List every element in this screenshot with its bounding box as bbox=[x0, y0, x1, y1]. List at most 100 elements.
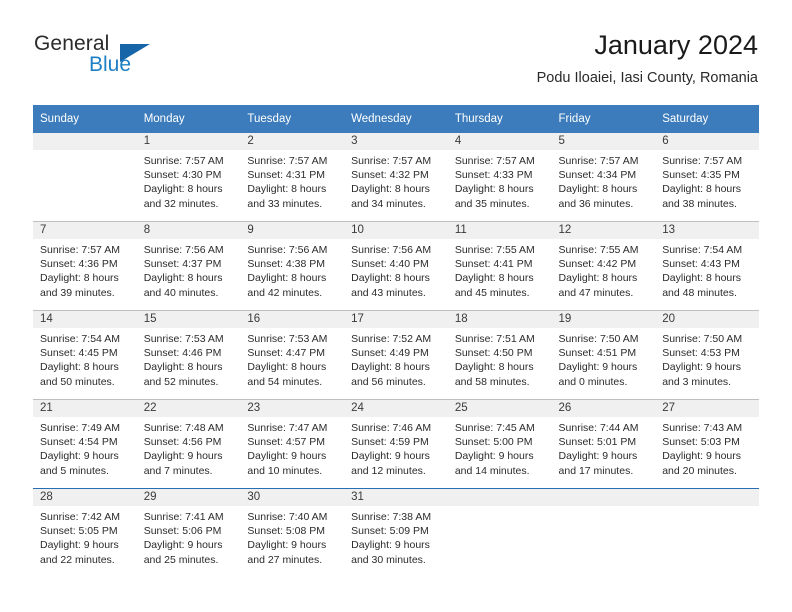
daylight-text-line1: Daylight: 9 hours bbox=[454, 450, 534, 463]
day-details: Sunrise: 7:41 AM Sunset: 5:06 PM Daylight:… bbox=[137, 506, 241, 567]
calendar-cell: 1 Sunrise: 7:57 AM Sunset: 4:30 PM Daylight… bbox=[136, 133, 241, 222]
day-number: 1 bbox=[136, 133, 241, 150]
daylight-text-line2: and 43 minutes. bbox=[351, 286, 426, 299]
calendar-day[interactable]: 27 Sunrise: 7:43 AM Sunset: 5:03 PM Dayligh… bbox=[655, 400, 759, 488]
daylight-text-line1: Daylight: 9 hours bbox=[247, 450, 327, 463]
sunrise-text: Sunrise: 7:43 AM bbox=[662, 422, 743, 434]
daylight-text-line1: Daylight: 9 hours bbox=[558, 361, 638, 374]
general-blue-logo[interactable]: General Blue bbox=[34, 32, 214, 88]
day-number: 7 bbox=[33, 222, 137, 239]
calendar-day[interactable]: 6 Sunrise: 7:57 AM Sunset: 4:35 PM Daylight… bbox=[655, 133, 759, 221]
sunrise-text: Sunrise: 7:45 AM bbox=[454, 422, 535, 434]
day-number: 25 bbox=[447, 400, 552, 417]
calendar-day[interactable]: 10 Sunrise: 7:56 AM Sunset: 4:40 PM Dayligh… bbox=[344, 222, 448, 310]
calendar-day[interactable]: 5 Sunrise: 7:57 AM Sunset: 4:34 PM Daylight… bbox=[551, 133, 656, 221]
calendar-day[interactable]: 17 Sunrise: 7:52 AM Sunset: 4:49 PM Dayligh… bbox=[344, 311, 448, 399]
sunset-text: Sunset: 4:35 PM bbox=[662, 169, 740, 182]
calendar-day[interactable]: 9 Sunrise: 7:56 AM Sunset: 4:38 PM Daylight… bbox=[240, 222, 345, 310]
day-details: Sunrise: 7:53 AM Sunset: 4:46 PM Daylight:… bbox=[137, 328, 241, 389]
calendar-day[interactable]: 11 Sunrise: 7:55 AM Sunset: 4:41 PM Dayligh… bbox=[447, 222, 552, 310]
calendar-cell: 30 Sunrise: 7:40 AM Sunset: 5:08 PM Dayligh… bbox=[240, 488, 345, 577]
calendar-cell: 21 Sunrise: 7:49 AM Sunset: 4:54 PM Dayligh… bbox=[33, 399, 137, 489]
calendar-cell: 31 Sunrise: 7:38 AM Sunset: 5:09 PM Dayligh… bbox=[344, 488, 448, 577]
daylight-text-line2: and 5 minutes. bbox=[40, 464, 109, 477]
calendar-day[interactable]: 16 Sunrise: 7:53 AM Sunset: 4:47 PM Dayligh… bbox=[240, 311, 345, 399]
daylight-text-line1: Daylight: 9 hours bbox=[662, 361, 742, 374]
sunset-text: Sunset: 4:49 PM bbox=[351, 347, 429, 360]
calendar-day[interactable]: 13 Sunrise: 7:54 AM Sunset: 4:43 PM Dayligh… bbox=[655, 222, 759, 310]
sunrise-text: Sunrise: 7:57 AM bbox=[662, 155, 743, 167]
sunrise-text: Sunrise: 7:57 AM bbox=[454, 155, 535, 167]
sunrise-text: Sunrise: 7:57 AM bbox=[143, 155, 224, 167]
calendar-cell: 29 Sunrise: 7:41 AM Sunset: 5:06 PM Dayligh… bbox=[136, 488, 241, 577]
calendar-cell: 12 Sunrise: 7:55 AM Sunset: 4:42 PM Dayligh… bbox=[551, 221, 656, 311]
daylight-text-line1: Daylight: 8 hours bbox=[247, 183, 327, 196]
day-number: 10 bbox=[344, 222, 448, 239]
calendar-day[interactable]: 25 Sunrise: 7:45 AM Sunset: 5:00 PM Dayligh… bbox=[447, 400, 552, 488]
calendar-day[interactable]: 12 Sunrise: 7:55 AM Sunset: 4:42 PM Dayligh… bbox=[551, 222, 656, 310]
calendar-day[interactable]: 2 Sunrise: 7:57 AM Sunset: 4:31 PM Daylight… bbox=[240, 133, 345, 221]
calendar-cell: 18 Sunrise: 7:51 AM Sunset: 4:50 PM Dayligh… bbox=[447, 310, 552, 400]
day-details: Sunrise: 7:50 AM Sunset: 4:53 PM Daylight:… bbox=[655, 328, 759, 389]
calendar-cell: 10 Sunrise: 7:56 AM Sunset: 4:40 PM Dayligh… bbox=[344, 221, 448, 311]
sunrise-text: Sunrise: 7:57 AM bbox=[247, 155, 328, 167]
calendar-day[interactable]: 14 Sunrise: 7:54 AM Sunset: 4:45 PM Dayligh… bbox=[33, 311, 137, 399]
calendar-cell: 5 Sunrise: 7:57 AM Sunset: 4:34 PM Daylight… bbox=[551, 133, 656, 222]
day-details: Sunrise: 7:57 AM Sunset: 4:33 PM Daylight:… bbox=[448, 150, 552, 211]
sunset-text: Sunset: 4:41 PM bbox=[454, 258, 533, 271]
calendar-day[interactable]: 3 Sunrise: 7:57 AM Sunset: 4:32 PM Daylight… bbox=[344, 133, 448, 221]
daylight-text-line1: Daylight: 8 hours bbox=[351, 183, 430, 196]
sunrise-text: Sunrise: 7:57 AM bbox=[558, 155, 639, 167]
calendar-day[interactable]: 26 Sunrise: 7:44 AM Sunset: 5:01 PM Dayligh… bbox=[551, 400, 656, 488]
sunrise-text: Sunrise: 7:47 AM bbox=[247, 422, 328, 434]
calendar-day[interactable]: 29 Sunrise: 7:41 AM Sunset: 5:06 PM Dayligh… bbox=[136, 489, 241, 577]
calendar-day[interactable]: 30 Sunrise: 7:40 AM Sunset: 5:08 PM Dayligh… bbox=[240, 489, 345, 577]
day-details: Sunrise: 7:57 AM Sunset: 4:36 PM Daylight:… bbox=[33, 239, 137, 300]
weekday-header-wednesday: Wednesday bbox=[344, 105, 448, 133]
day-number: 29 bbox=[136, 489, 241, 506]
day-details: Sunrise: 7:57 AM Sunset: 4:32 PM Daylight:… bbox=[344, 150, 448, 211]
daylight-text-line1: Daylight: 8 hours bbox=[351, 361, 430, 374]
daylight-text-line1: Daylight: 9 hours bbox=[143, 450, 223, 463]
day-details: Sunrise: 7:43 AM Sunset: 5:03 PM Daylight:… bbox=[655, 417, 759, 478]
day-details: Sunrise: 7:55 AM Sunset: 4:41 PM Daylight:… bbox=[448, 239, 552, 300]
calendar-day-empty bbox=[33, 133, 137, 221]
page-title: January 2024 bbox=[594, 30, 758, 60]
calendar-day[interactable]: 8 Sunrise: 7:56 AM Sunset: 4:37 PM Daylight… bbox=[136, 222, 241, 310]
day-number: 15 bbox=[136, 311, 241, 328]
daylight-text-line2: and 58 minutes. bbox=[454, 375, 530, 388]
daylight-text-line2: and 47 minutes. bbox=[558, 286, 634, 299]
calendar-day[interactable]: 23 Sunrise: 7:47 AM Sunset: 4:57 PM Dayligh… bbox=[240, 400, 345, 488]
calendar-day[interactable]: 15 Sunrise: 7:53 AM Sunset: 4:46 PM Dayligh… bbox=[136, 311, 241, 399]
calendar-day[interactable]: 20 Sunrise: 7:50 AM Sunset: 4:53 PM Dayligh… bbox=[655, 311, 759, 399]
weekday-header-tuesday: Tuesday bbox=[240, 105, 345, 133]
day-number: 2 bbox=[240, 133, 345, 150]
calendar-day[interactable]: 4 Sunrise: 7:57 AM Sunset: 4:33 PM Daylight… bbox=[447, 133, 552, 221]
calendar-cell: 2 Sunrise: 7:57 AM Sunset: 4:31 PM Daylight… bbox=[240, 133, 345, 222]
calendar-week-row: 21 Sunrise: 7:49 AM Sunset: 4:54 PM Dayligh… bbox=[33, 399, 759, 489]
calendar-cell: 23 Sunrise: 7:47 AM Sunset: 4:57 PM Dayligh… bbox=[240, 399, 345, 489]
calendar-day[interactable]: 24 Sunrise: 7:46 AM Sunset: 4:59 PM Dayligh… bbox=[344, 400, 448, 488]
day-details: Sunrise: 7:45 AM Sunset: 5:00 PM Daylight:… bbox=[448, 417, 552, 478]
calendar-cell: 20 Sunrise: 7:50 AM Sunset: 4:53 PM Dayligh… bbox=[655, 310, 759, 400]
calendar-day[interactable]: 28 Sunrise: 7:42 AM Sunset: 5:05 PM Dayligh… bbox=[33, 489, 137, 577]
daylight-text-line2: and 39 minutes. bbox=[40, 286, 115, 299]
daylight-text-line2: and 36 minutes. bbox=[558, 197, 634, 210]
calendar-day[interactable]: 18 Sunrise: 7:51 AM Sunset: 4:50 PM Dayligh… bbox=[447, 311, 552, 399]
sunrise-text: Sunrise: 7:53 AM bbox=[143, 333, 224, 345]
calendar-day[interactable]: 19 Sunrise: 7:50 AM Sunset: 4:51 PM Dayligh… bbox=[551, 311, 656, 399]
calendar-day[interactable]: 22 Sunrise: 7:48 AM Sunset: 4:56 PM Dayligh… bbox=[136, 400, 241, 488]
calendar-day[interactable]: 7 Sunrise: 7:57 AM Sunset: 4:36 PM Daylight… bbox=[33, 222, 137, 310]
calendar-cell bbox=[447, 488, 552, 577]
daylight-text-line1: Daylight: 8 hours bbox=[454, 361, 534, 374]
sunrise-text: Sunrise: 7:41 AM bbox=[143, 511, 224, 523]
sunset-text: Sunset: 4:30 PM bbox=[143, 169, 222, 182]
calendar-day[interactable]: 21 Sunrise: 7:49 AM Sunset: 4:54 PM Dayligh… bbox=[33, 400, 137, 488]
calendar-day[interactable]: 1 Sunrise: 7:57 AM Sunset: 4:30 PM Daylight… bbox=[136, 133, 241, 221]
daylight-text-line2: and 20 minutes. bbox=[662, 464, 737, 477]
sunset-text: Sunset: 4:56 PM bbox=[143, 436, 222, 449]
day-number: 24 bbox=[344, 400, 448, 417]
daylight-text-line2: and 12 minutes. bbox=[351, 464, 426, 477]
calendar-day[interactable]: 31 Sunrise: 7:38 AM Sunset: 5:09 PM Dayligh… bbox=[344, 489, 448, 577]
calendar-cell: 25 Sunrise: 7:45 AM Sunset: 5:00 PM Dayligh… bbox=[447, 399, 552, 489]
